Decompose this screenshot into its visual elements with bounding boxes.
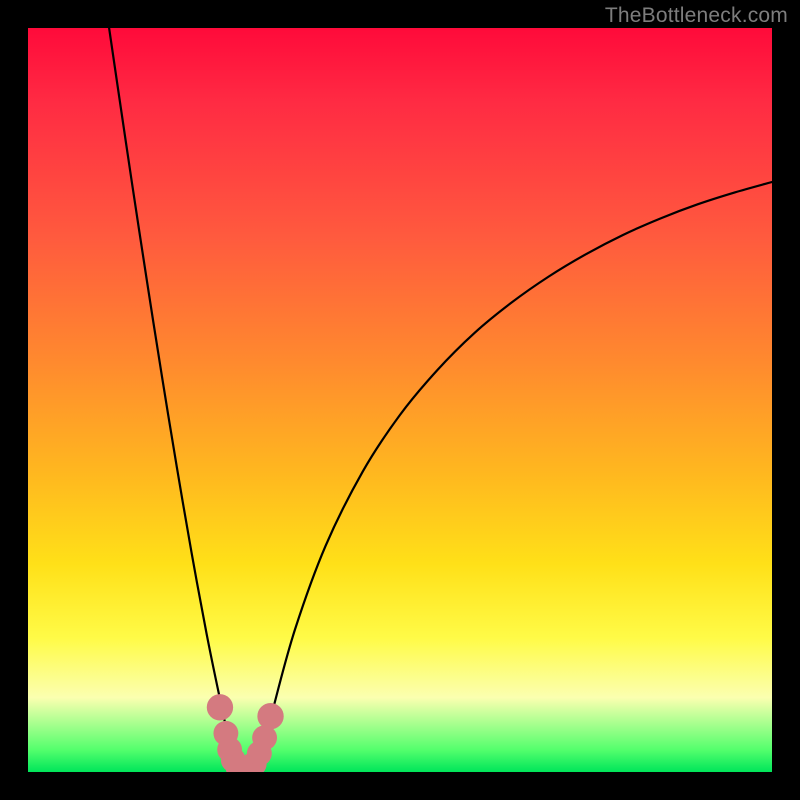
plot-area [28,28,772,772]
curve-markers [207,694,284,772]
watermark-text: TheBottleneck.com [605,4,788,28]
curve-marker [207,694,233,720]
chart-svg [28,28,772,772]
outer-frame: TheBottleneck.com [0,0,800,800]
bottleneck-curve [109,28,772,772]
curve-marker [257,703,283,729]
